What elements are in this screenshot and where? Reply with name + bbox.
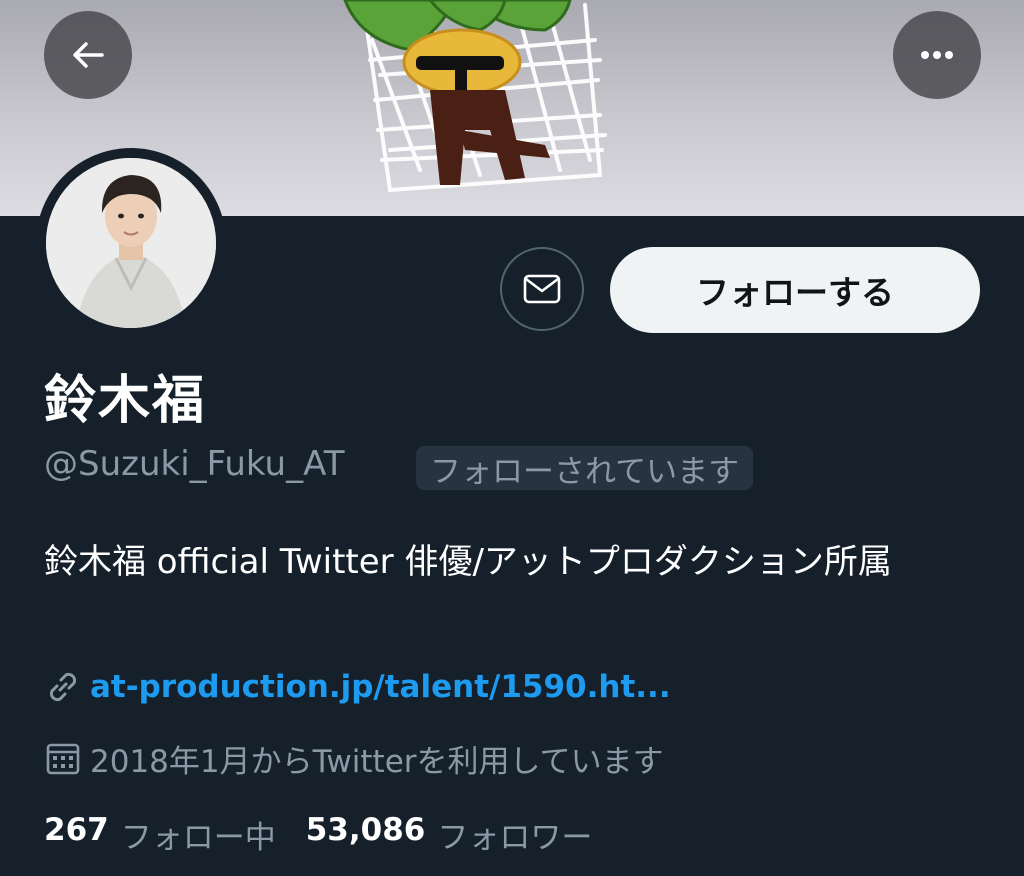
envelope-icon [523, 274, 561, 304]
follow-button[interactable]: フォローする [610, 247, 980, 333]
followers-label: フォロワー [437, 820, 593, 856]
follows-you-badge: フォローされています [416, 446, 754, 490]
followers-stat[interactable]: 53,086 フォロワー [306, 812, 593, 857]
following-count: 267 [44, 812, 109, 848]
joined-date-text: 2018年1月からTwitterを利用しています [90, 744, 664, 780]
more-options-button[interactable] [893, 11, 981, 99]
joined-date-row: 2018年1月からTwitterを利用しています [44, 736, 664, 781]
follow-stats: 267 フォロー中 53,086 フォロワー [44, 812, 592, 857]
calendar-icon [46, 743, 80, 774]
following-stat[interactable]: 267 フォロー中 [44, 812, 276, 857]
more-horizontal-icon [921, 51, 953, 59]
avatar[interactable] [46, 158, 216, 328]
avatar-photo [46, 158, 216, 328]
display-name: 鈴木福 [44, 371, 207, 431]
message-button[interactable] [500, 247, 584, 331]
user-handle: @Suzuki_Fuku_AT [44, 444, 345, 484]
followers-count: 53,086 [305, 812, 426, 848]
profile-url-link[interactable]: at-production.jp/talent/1590.ht... [90, 669, 671, 705]
profile-bio: 鈴木福 official Twitter 俳優/アットプロダクション所属 [44, 542, 892, 582]
arrow-left-icon [73, 42, 104, 68]
link-icon [49, 672, 77, 702]
following-label: フォロー中 [120, 820, 276, 856]
profile-link-row: at-production.jp/talent/1590.ht... [44, 668, 671, 706]
back-button[interactable] [44, 11, 132, 99]
